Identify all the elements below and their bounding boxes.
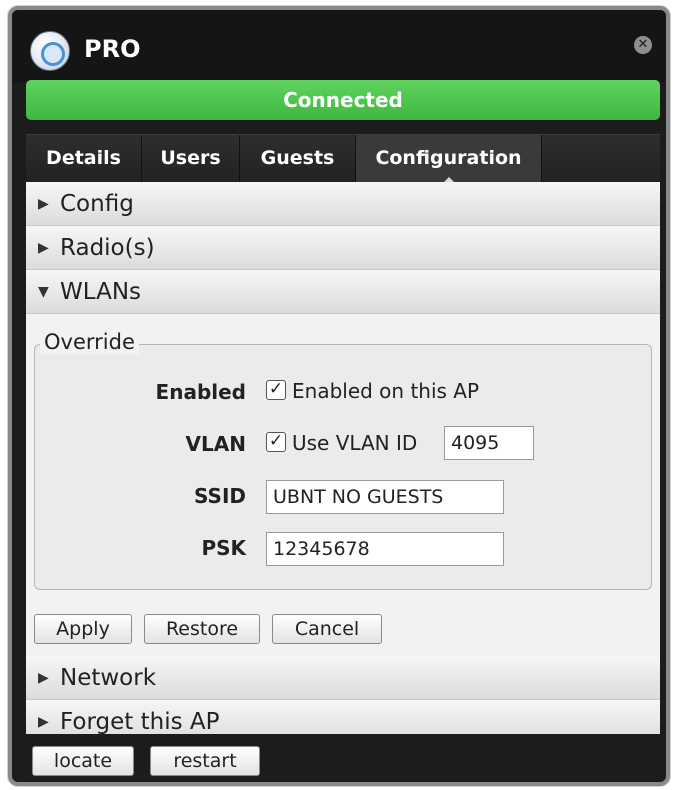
chevron-down-icon: ▼ — [38, 284, 49, 300]
enabled-checkbox[interactable]: ✓ — [266, 380, 286, 400]
vlan-id-input[interactable]: 4095 — [444, 426, 534, 460]
configuration-panel: ▶ Config ▶ Radio(s) ▼ WLANs Override Ena… — [26, 182, 660, 744]
restart-button[interactable]: restart — [150, 746, 260, 776]
close-icon[interactable]: ✕ — [634, 36, 652, 54]
psk-label: PSK — [201, 536, 246, 560]
section-wlans[interactable]: ▼ WLANs — [26, 270, 660, 314]
enabled-checkbox-text: Enabled on this AP — [292, 379, 480, 403]
apply-button[interactable]: Apply — [34, 614, 132, 644]
vlan-checkbox-text: Use VLAN ID — [292, 431, 418, 455]
window-titlebar: PRO ✕ — [12, 10, 666, 82]
locate-button[interactable]: locate — [32, 746, 134, 776]
section-radios-label: Radio(s) — [60, 235, 155, 261]
vlan-checkbox[interactable]: ✓ — [266, 432, 286, 452]
tab-guests[interactable]: Guests — [240, 135, 356, 183]
chevron-right-icon: ▶ — [38, 196, 49, 212]
ap-detail-window: PRO ✕ Connected Details Users Guests Con… — [8, 6, 670, 786]
section-config-label: Config — [60, 191, 134, 217]
section-network[interactable]: ▶ Network — [26, 656, 660, 700]
chevron-right-icon: ▶ — [38, 240, 49, 256]
section-config[interactable]: ▶ Config — [26, 182, 660, 226]
tab-users[interactable]: Users — [142, 135, 240, 183]
vlan-label: VLAN — [185, 432, 246, 456]
section-network-label: Network — [60, 665, 157, 691]
section-radios[interactable]: ▶ Radio(s) — [26, 226, 660, 270]
status-bar: Connected — [26, 80, 660, 120]
access-point-icon — [30, 31, 70, 71]
tab-bar: Details Users Guests Configuration — [26, 134, 660, 183]
enabled-label: Enabled — [155, 380, 246, 404]
chevron-right-icon: ▶ — [38, 670, 49, 686]
footer-bar: locate restart — [26, 734, 660, 782]
tab-details[interactable]: Details — [26, 135, 142, 183]
ssid-input[interactable]: UBNT NO GUESTS — [266, 480, 504, 514]
section-wlans-label: WLANs — [60, 279, 142, 305]
window-title: PRO — [84, 35, 141, 63]
ssid-label: SSID — [194, 484, 246, 508]
cancel-button[interactable]: Cancel — [272, 614, 382, 644]
psk-input[interactable]: 12345678 — [266, 532, 504, 566]
tab-configuration[interactable]: Configuration — [356, 135, 542, 183]
restore-button[interactable]: Restore — [144, 614, 260, 644]
override-legend: Override — [40, 330, 139, 354]
